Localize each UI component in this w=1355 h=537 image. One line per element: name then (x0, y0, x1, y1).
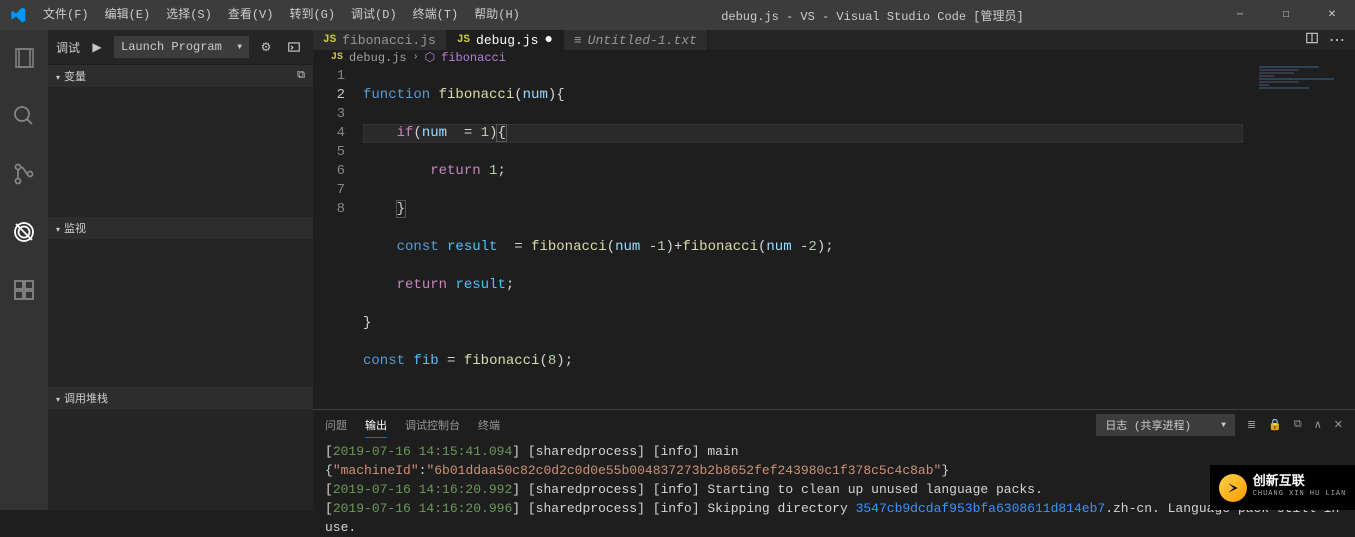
debug-console-icon[interactable] (283, 36, 305, 58)
text-file-icon: ≡ (574, 33, 582, 48)
activity-bar (0, 30, 48, 510)
open-log-icon[interactable]: ⧉ (1294, 419, 1302, 431)
panel-tab-terminal[interactable]: 终端 (478, 413, 500, 437)
window-title: debug.js - VS - Visual Studio Code [管理员] (528, 7, 1217, 24)
explorer-icon[interactable] (0, 38, 48, 78)
menu-debug[interactable]: 调试(D) (343, 0, 405, 30)
menu-file[interactable]: 文件(F) (35, 0, 97, 30)
tab-debug[interactable]: JS debug.js ● (447, 30, 564, 50)
panel-tab-problems[interactable]: 问题 (325, 413, 347, 437)
watermark-text: 创新互联 (1253, 474, 1305, 489)
more-actions-icon[interactable]: ⋯ (1329, 30, 1345, 50)
variables-label: 变量 (64, 72, 86, 84)
vscode-logo-icon (0, 7, 35, 23)
debug-config-select[interactable]: Launch Program▼ (114, 36, 249, 58)
output-source-select[interactable]: 日志 (共享进程)▼ (1096, 414, 1235, 436)
tab-untitled[interactable]: ≡ Untitled-1.txt (564, 30, 708, 50)
js-file-icon: JS (457, 34, 470, 46)
line-gutter: 12345678 (313, 65, 363, 409)
breadcrumb-symbol[interactable]: fibonacci (441, 51, 506, 65)
menu-select[interactable]: 选择(S) (158, 0, 220, 30)
dirty-indicator[interactable]: ● (544, 32, 552, 48)
watch-label: 监视 (64, 224, 86, 236)
panel-tab-output[interactable]: 输出 (365, 413, 387, 438)
menu-edit[interactable]: 编辑(E) (97, 0, 159, 30)
collapse-all-icon[interactable]: ⧉ (297, 70, 305, 82)
callstack-label: 调用堆栈 (64, 394, 108, 406)
debug-sidebar: 调试 ▶ Launch Program▼ ⚙ ▾变量 ⧉ ▾监视 ▾调用堆栈 (48, 30, 313, 510)
editor-tabs: JS fibonacci.js JS debug.js ● ≡ Untitled-1.t… (313, 30, 1355, 50)
window-minimize-button[interactable]: ─ (1217, 0, 1263, 30)
tab-label: debug.js (476, 33, 538, 48)
panel-tab-debugconsole[interactable]: 调试控制台 (405, 413, 460, 437)
debug-icon[interactable] (0, 212, 48, 252)
watermark-icon (1219, 474, 1247, 502)
watermark-sub: CHUANG XIN HU LIAN (1253, 488, 1347, 500)
tab-fibonacci[interactable]: JS fibonacci.js (313, 30, 447, 50)
debug-label: 调试 (56, 39, 80, 56)
bottom-panel: 问题 输出 调试控制台 终端 日志 (共享进程)▼ ≣ 🔒 ⧉ ∧ ✕ [201… (313, 409, 1355, 537)
output-source-label: 日志 (共享进程) (1105, 417, 1191, 433)
cube-icon: ⬡ (425, 50, 435, 65)
editor-area: JS fibonacci.js JS debug.js ● ≡ Untitled-1.t… (313, 30, 1355, 510)
watch-header[interactable]: ▾监视 (48, 217, 313, 239)
breadcrumb-file[interactable]: debug.js (349, 51, 407, 65)
watermark: 创新互联CHUANG XIN HU LIAN (1210, 465, 1355, 510)
code-editor[interactable]: 12345678 function fibonacci(num){ if(num… (313, 65, 1355, 409)
debug-config-name: Launch Program (121, 40, 222, 54)
menu-bar: 文件(F) 编辑(E) 选择(S) 查看(V) 转到(G) 调试(D) 终端(T… (35, 0, 528, 30)
menu-terminal[interactable]: 终端(T) (405, 0, 467, 30)
source-control-icon[interactable] (0, 154, 48, 194)
tab-label: Untitled-1.txt (588, 33, 697, 48)
gear-icon[interactable]: ⚙ (255, 36, 277, 58)
js-file-icon: JS (331, 52, 343, 63)
search-icon[interactable] (0, 96, 48, 136)
minimap[interactable] (1255, 65, 1355, 185)
window-maximize-button[interactable]: □ (1263, 0, 1309, 30)
lock-scroll-icon[interactable]: 🔒 (1268, 418, 1282, 432)
start-debug-button[interactable]: ▶ (86, 36, 108, 58)
tab-label: fibonacci.js (342, 33, 436, 48)
variables-header[interactable]: ▾变量 ⧉ (48, 65, 313, 87)
clear-output-icon[interactable]: ≣ (1247, 418, 1256, 432)
callstack-header[interactable]: ▾调用堆栈 (48, 387, 313, 409)
window-close-button[interactable]: ✕ (1309, 0, 1355, 30)
breadcrumbs[interactable]: JS debug.js › ⬡ fibonacci (313, 50, 1355, 65)
output-content[interactable]: [2019-07-16 14:15:41.094] [sharedprocess… (313, 440, 1355, 537)
code-content[interactable]: function fibonacci(num){ if(num = 1){ re… (363, 65, 1355, 409)
js-file-icon: JS (323, 34, 336, 46)
menu-goto[interactable]: 转到(G) (281, 0, 343, 30)
extensions-icon[interactable] (0, 270, 48, 310)
split-editor-icon[interactable] (1305, 31, 1319, 50)
menu-help[interactable]: 帮助(H) (466, 0, 528, 30)
panel-close-icon[interactable]: ✕ (1334, 418, 1343, 432)
panel-up-icon[interactable]: ∧ (1314, 418, 1322, 432)
title-bar: 文件(F) 编辑(E) 选择(S) 查看(V) 转到(G) 调试(D) 终端(T… (0, 0, 1355, 30)
menu-view[interactable]: 查看(V) (220, 0, 282, 30)
